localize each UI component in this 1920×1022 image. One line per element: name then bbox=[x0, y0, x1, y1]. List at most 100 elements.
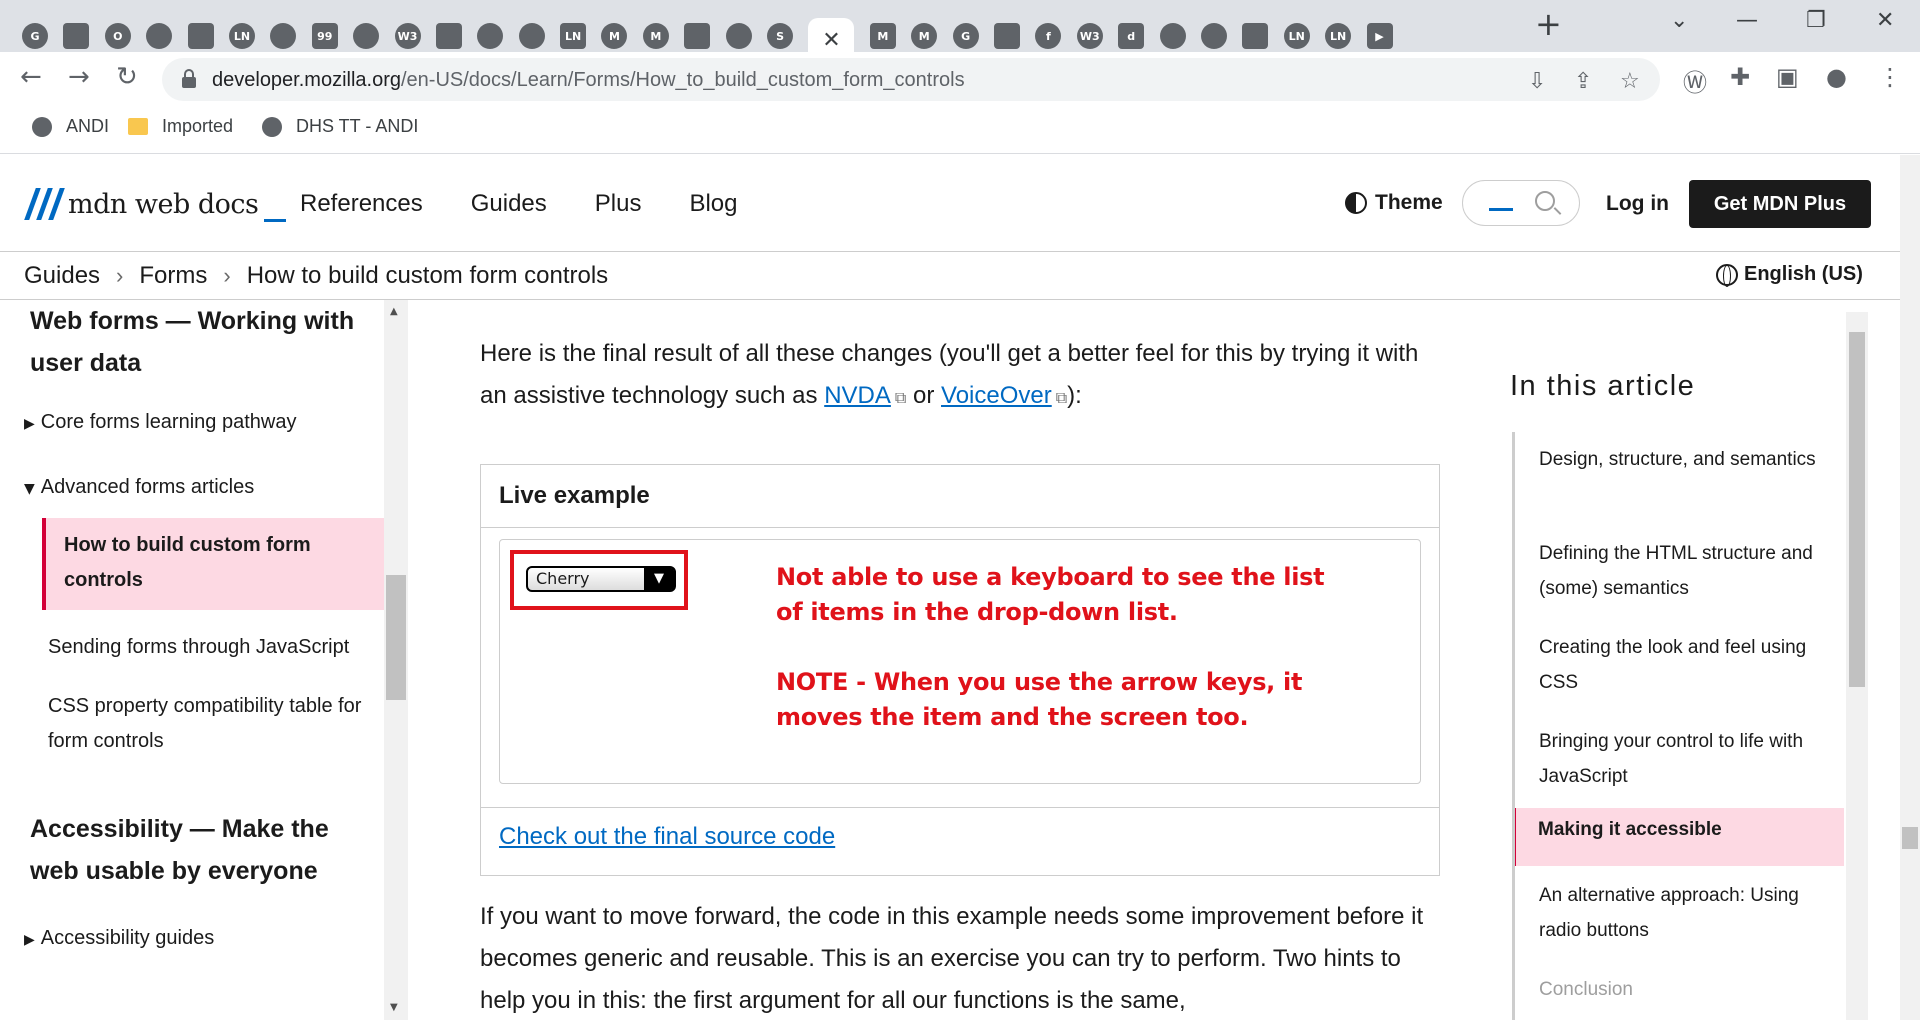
globe-icon bbox=[1716, 263, 1738, 287]
tab-favicon-icon[interactable] bbox=[993, 23, 1020, 49]
sidebar-item-current[interactable]: How to build custom form controls bbox=[42, 518, 384, 610]
nav-blog[interactable]: Blog bbox=[689, 190, 737, 218]
external-link-icon: ⧉ bbox=[1055, 388, 1068, 407]
source-code-link[interactable]: Check out the final source code bbox=[499, 823, 835, 851]
tab-favicon-icon[interactable]: G bbox=[952, 23, 979, 49]
forward-button[interactable]: → bbox=[68, 64, 90, 90]
tab-favicon-icon[interactable]: LN bbox=[228, 23, 255, 49]
bookmark-imported[interactable]: Imported bbox=[128, 116, 233, 137]
extensions-icon[interactable]: ✚ bbox=[1730, 63, 1750, 91]
tab-favicon-icon[interactable] bbox=[63, 23, 90, 49]
toc-item[interactable]: Creating the look and feel using CSS bbox=[1539, 630, 1829, 700]
tab-favicon-icon[interactable]: W3 bbox=[1076, 23, 1103, 49]
tab-favicon-icon[interactable] bbox=[146, 23, 173, 49]
side-panel-icon[interactable]: ▣ bbox=[1776, 63, 1799, 91]
login-link[interactable]: Log in bbox=[1606, 192, 1669, 216]
sidebar-scrollbar[interactable]: ▲ ▼ bbox=[384, 300, 408, 1020]
tab-favicon-icon[interactable] bbox=[435, 23, 462, 49]
tab-favicon-icon[interactable] bbox=[725, 23, 752, 49]
breadcrumb-guides[interactable]: Guides bbox=[24, 262, 100, 290]
reload-button[interactable]: ↻ bbox=[116, 64, 138, 90]
bookmark-star-icon[interactable]: ☆ bbox=[1620, 69, 1640, 94]
wordpress-extension-icon[interactable]: Ⓦ bbox=[1683, 63, 1707, 98]
bookmark-dhs-tt-andi[interactable]: DHS TT - ANDI bbox=[262, 116, 418, 137]
tab-favicon-icon[interactable]: 99 bbox=[311, 23, 338, 49]
menu-icon[interactable]: ⋮ bbox=[1878, 63, 1902, 91]
tab-favicon-icon[interactable]: M bbox=[601, 23, 628, 49]
get-mdn-plus-button[interactable]: Get MDN Plus bbox=[1689, 180, 1871, 228]
tab-favicon-icon[interactable]: M bbox=[642, 23, 669, 49]
toc-item[interactable]: Defining the HTML structure and (some) s… bbox=[1539, 536, 1829, 606]
tab-favicon-icon[interactable] bbox=[477, 23, 504, 49]
tab-favicon-icon[interactable]: M bbox=[911, 23, 938, 49]
tab-favicon-icon[interactable]: LN bbox=[1283, 23, 1310, 49]
tab-favicon-icon[interactable] bbox=[1242, 23, 1269, 49]
search-input[interactable] bbox=[1462, 180, 1580, 226]
tab-favicon-icon[interactable]: LN bbox=[1325, 23, 1352, 49]
tab-favicon-icon[interactable] bbox=[1200, 23, 1227, 49]
tab-favicon-icon[interactable]: f bbox=[1035, 23, 1062, 49]
theme-button[interactable]: Theme bbox=[1345, 191, 1443, 215]
tab-favicon-icon[interactable]: d bbox=[1118, 23, 1145, 49]
toc-item[interactable]: Bringing your control to life with JavaS… bbox=[1539, 724, 1829, 794]
bookmark-andi[interactable]: ANDI bbox=[32, 116, 109, 137]
toc-scrollbar[interactable] bbox=[1846, 312, 1868, 1020]
breadcrumb-current[interactable]: How to build custom form controls bbox=[247, 262, 608, 290]
tab-favicon-icon[interactable] bbox=[1159, 23, 1186, 49]
sidebar-toggle-advanced[interactable]: ▼ Advanced forms articles bbox=[24, 476, 254, 499]
share-icon[interactable]: ⇪ bbox=[1574, 69, 1592, 94]
url-text[interactable]: developer.mozilla.org/en-US/docs/Learn/F… bbox=[212, 69, 965, 92]
toc-item[interactable]: Design, structure, and semantics bbox=[1539, 442, 1829, 477]
breadcrumb-forms[interactable]: Forms bbox=[139, 262, 207, 290]
nav-guides[interactable]: Guides bbox=[471, 190, 547, 218]
page-scrollbar[interactable] bbox=[1900, 155, 1920, 1020]
restore-button[interactable]: ❐ bbox=[1806, 8, 1826, 33]
nav-plus[interactable]: Plus bbox=[595, 190, 642, 218]
close-window-button[interactable]: ✕ bbox=[1876, 8, 1894, 33]
folder-icon bbox=[128, 118, 148, 135]
breadcrumb: Guides › Forms › How to build custom for… bbox=[0, 252, 1900, 300]
toc-item[interactable]: Conclusion bbox=[1539, 972, 1829, 1007]
lock-icon bbox=[182, 69, 196, 88]
tab-favicon-icon[interactable]: ▶ bbox=[1366, 23, 1393, 49]
sidebar-toggle-a11y-guides[interactable]: ▶ Accessibility guides bbox=[24, 927, 214, 950]
tab-search-icon[interactable]: ⌄ bbox=[1670, 8, 1688, 33]
tab-favicon-icon[interactable]: W3 bbox=[394, 23, 421, 49]
minimize-button[interactable]: — bbox=[1736, 8, 1758, 33]
nvda-link[interactable]: NVDA bbox=[824, 382, 891, 409]
article-content: Here is the final result of all these ch… bbox=[480, 300, 1440, 1014]
toc-item-active[interactable]: Making it accessible bbox=[1515, 808, 1844, 866]
globe-icon bbox=[32, 116, 52, 137]
tab-favicon-icon[interactable] bbox=[684, 23, 711, 49]
voiceover-link[interactable]: VoiceOver bbox=[941, 382, 1052, 409]
sidebar-item-sending-forms[interactable]: Sending forms through JavaScript bbox=[48, 630, 378, 665]
tab-favicon-icon[interactable] bbox=[518, 23, 545, 49]
install-icon[interactable]: ⇩ bbox=[1528, 69, 1546, 94]
live-example-frame: Cherry ▼ Not able to use a keyboard to s… bbox=[499, 539, 1421, 784]
address-bar[interactable]: developer.mozilla.org/en-US/docs/Learn/F… bbox=[162, 58, 1660, 101]
tab-favicon-icon[interactable]: M bbox=[869, 23, 896, 49]
scroll-down-icon[interactable]: ▼ bbox=[390, 1002, 398, 1013]
dropdown-arrow-icon[interactable]: ▼ bbox=[644, 568, 674, 590]
live-example-title: Live example bbox=[499, 482, 650, 509]
new-tab-button[interactable]: + bbox=[1535, 8, 1562, 40]
language-switcher[interactable]: English (US) bbox=[1716, 263, 1863, 287]
custom-select[interactable]: Cherry ▼ bbox=[526, 566, 676, 592]
profile-avatar-icon[interactable]: ● bbox=[1826, 63, 1847, 91]
scroll-up-icon[interactable]: ▲ bbox=[390, 306, 398, 317]
tab-favicon-icon[interactable]: S bbox=[767, 23, 794, 49]
highlight-box: Cherry ▼ bbox=[510, 550, 688, 610]
tab-favicon-icon[interactable]: LN bbox=[560, 23, 587, 49]
chevron-right-icon: › bbox=[223, 263, 231, 288]
sidebar-item-css-compat[interactable]: CSS property compatibility table for for… bbox=[48, 689, 368, 759]
tab-favicon-icon[interactable]: O bbox=[104, 23, 131, 49]
sidebar-toggle-core-pathway[interactable]: ▶ Core forms learning pathway bbox=[24, 411, 296, 434]
toc-item[interactable]: An alternative approach: Using radio but… bbox=[1539, 878, 1829, 948]
tab-favicon-icon[interactable] bbox=[270, 23, 297, 49]
tab-favicon-icon[interactable]: G bbox=[22, 23, 48, 49]
back-button[interactable]: ← bbox=[20, 64, 42, 90]
tab-favicon-icon[interactable] bbox=[187, 23, 214, 49]
nav-references[interactable]: References bbox=[300, 190, 423, 218]
tab-favicon-icon[interactable] bbox=[353, 23, 380, 49]
mdn-logo[interactable]: mdn web docs bbox=[24, 188, 287, 222]
